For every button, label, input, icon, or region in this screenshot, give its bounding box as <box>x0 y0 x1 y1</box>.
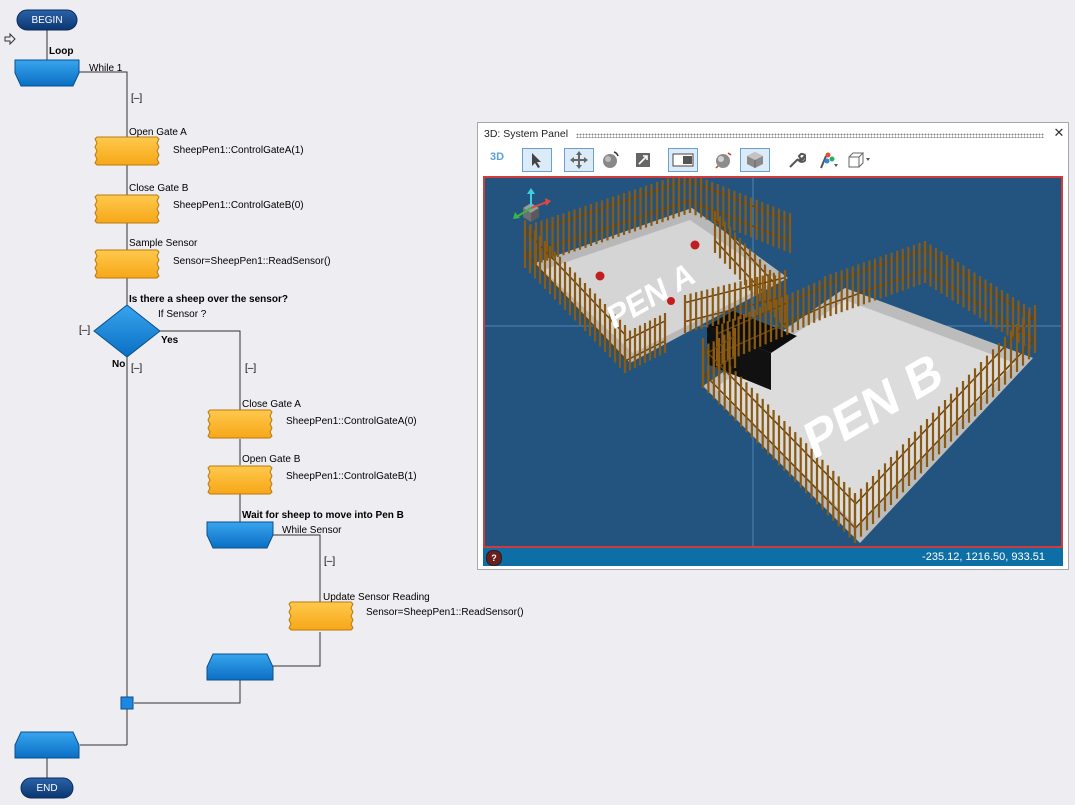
yes-branch-toggle[interactable]: [–] <box>245 363 256 375</box>
merge-junction[interactable] <box>120 696 134 710</box>
sphere-shading-icon[interactable] <box>708 148 738 172</box>
system-panel-window[interactable]: 3D: System Panel ✕ 3D PEN A PEN B ? -235… <box>477 122 1069 570</box>
end-label: END <box>36 782 58 794</box>
inner-loop-condition: While Sensor <box>282 525 342 536</box>
loop-block[interactable] <box>14 59 80 87</box>
step-code-open-gate-a: SheepPen1::ControlGateA(1) <box>173 145 304 156</box>
step-block-open-gate-a[interactable] <box>94 136 160 166</box>
zoom-icon[interactable] <box>628 148 658 172</box>
step-caption-sample-sensor: Sample Sensor <box>129 238 198 249</box>
wrench-icon[interactable] <box>781 148 811 172</box>
loop-end-block[interactable] <box>14 731 80 759</box>
3d-scene: PEN A PEN B <box>485 178 1061 546</box>
help-icon[interactable]: ? <box>486 550 502 566</box>
step-code-open-gate-b: SheepPen1::ControlGateB(1) <box>286 471 417 482</box>
step-caption-close-gate-b: Close Gate B <box>129 183 189 194</box>
step-caption-update-sensor: Update Sensor Reading <box>323 592 430 603</box>
inner-loop-toggle[interactable]: [–] <box>324 556 335 568</box>
panel-titlebar[interactable]: 3D: System Panel ✕ <box>478 123 1068 145</box>
decision-no-label: No <box>112 359 126 370</box>
camera-toggle-icon[interactable] <box>668 148 698 172</box>
step-block-sample-sensor[interactable] <box>94 249 160 279</box>
flowchart-canvas <box>4 9 354 799</box>
cube-solid-icon[interactable] <box>740 148 770 172</box>
titlebar-grip[interactable] <box>576 133 1044 138</box>
step-caption-close-gate-a: Close Gate A <box>242 399 301 410</box>
no-branch-toggle[interactable]: [–] <box>131 363 142 375</box>
step-caption-open-gate-b: Open Gate B <box>242 454 301 465</box>
inner-loop-end-block[interactable] <box>206 653 274 681</box>
step-block-close-gate-a[interactable] <box>207 409 273 439</box>
decision-condition: If Sensor ? <box>158 309 207 320</box>
panel-statusbar: ? -235.12, 1216.50, 933.51 <box>483 548 1063 566</box>
inner-loop-block[interactable] <box>206 521 274 549</box>
sheep-marker <box>690 240 700 250</box>
decision-collapse-toggle[interactable]: [–] <box>79 325 90 337</box>
tab-3d[interactable]: 3D <box>490 151 504 163</box>
panel-title: 3D: System Panel <box>484 128 569 140</box>
axis-gizmo-icon <box>513 188 551 222</box>
pan-move-icon[interactable] <box>564 148 594 172</box>
decision-caption: Is there a sheep over the sensor? <box>129 294 288 305</box>
decision-diamond[interactable] <box>93 304 161 358</box>
paint-colors-icon[interactable] <box>813 148 843 172</box>
3d-viewport[interactable]: PEN A PEN B <box>483 176 1063 548</box>
step-block-open-gate-b[interactable] <box>207 465 273 495</box>
loop-caption: Loop <box>49 46 74 57</box>
panel-toolbar: 3D <box>478 145 1068 173</box>
step-code-update-sensor: Sensor=SheepPen1::ReadSensor() <box>366 607 524 618</box>
step-code-close-gate-b: SheepPen1::ControlGateB(0) <box>173 200 304 211</box>
entry-arrow-icon <box>4 32 16 46</box>
step-code-sample-sensor: Sensor=SheepPen1::ReadSensor() <box>173 256 331 267</box>
rotate-icon[interactable] <box>595 148 625 172</box>
inner-loop-caption: Wait for sheep to move into Pen B <box>242 510 404 521</box>
step-caption-open-gate-a: Open Gate A <box>129 127 187 138</box>
camera-coordinates: -235.12, 1216.50, 933.51 <box>922 551 1045 563</box>
step-code-close-gate-a: SheepPen1::ControlGateA(0) <box>286 416 417 427</box>
select-arrow-icon[interactable] <box>522 148 552 172</box>
step-block-update-sensor[interactable] <box>288 601 354 631</box>
step-block-close-gate-b[interactable] <box>94 194 160 224</box>
loop-condition: While 1 <box>89 63 123 74</box>
loop-collapse-toggle[interactable]: [–] <box>131 93 142 105</box>
decision-yes-label: Yes <box>161 335 179 346</box>
close-icon[interactable]: ✕ <box>1052 125 1066 141</box>
wireframe-cube-icon[interactable] <box>844 148 874 172</box>
sheep-marker <box>595 271 605 281</box>
begin-label: BEGIN <box>31 14 63 26</box>
